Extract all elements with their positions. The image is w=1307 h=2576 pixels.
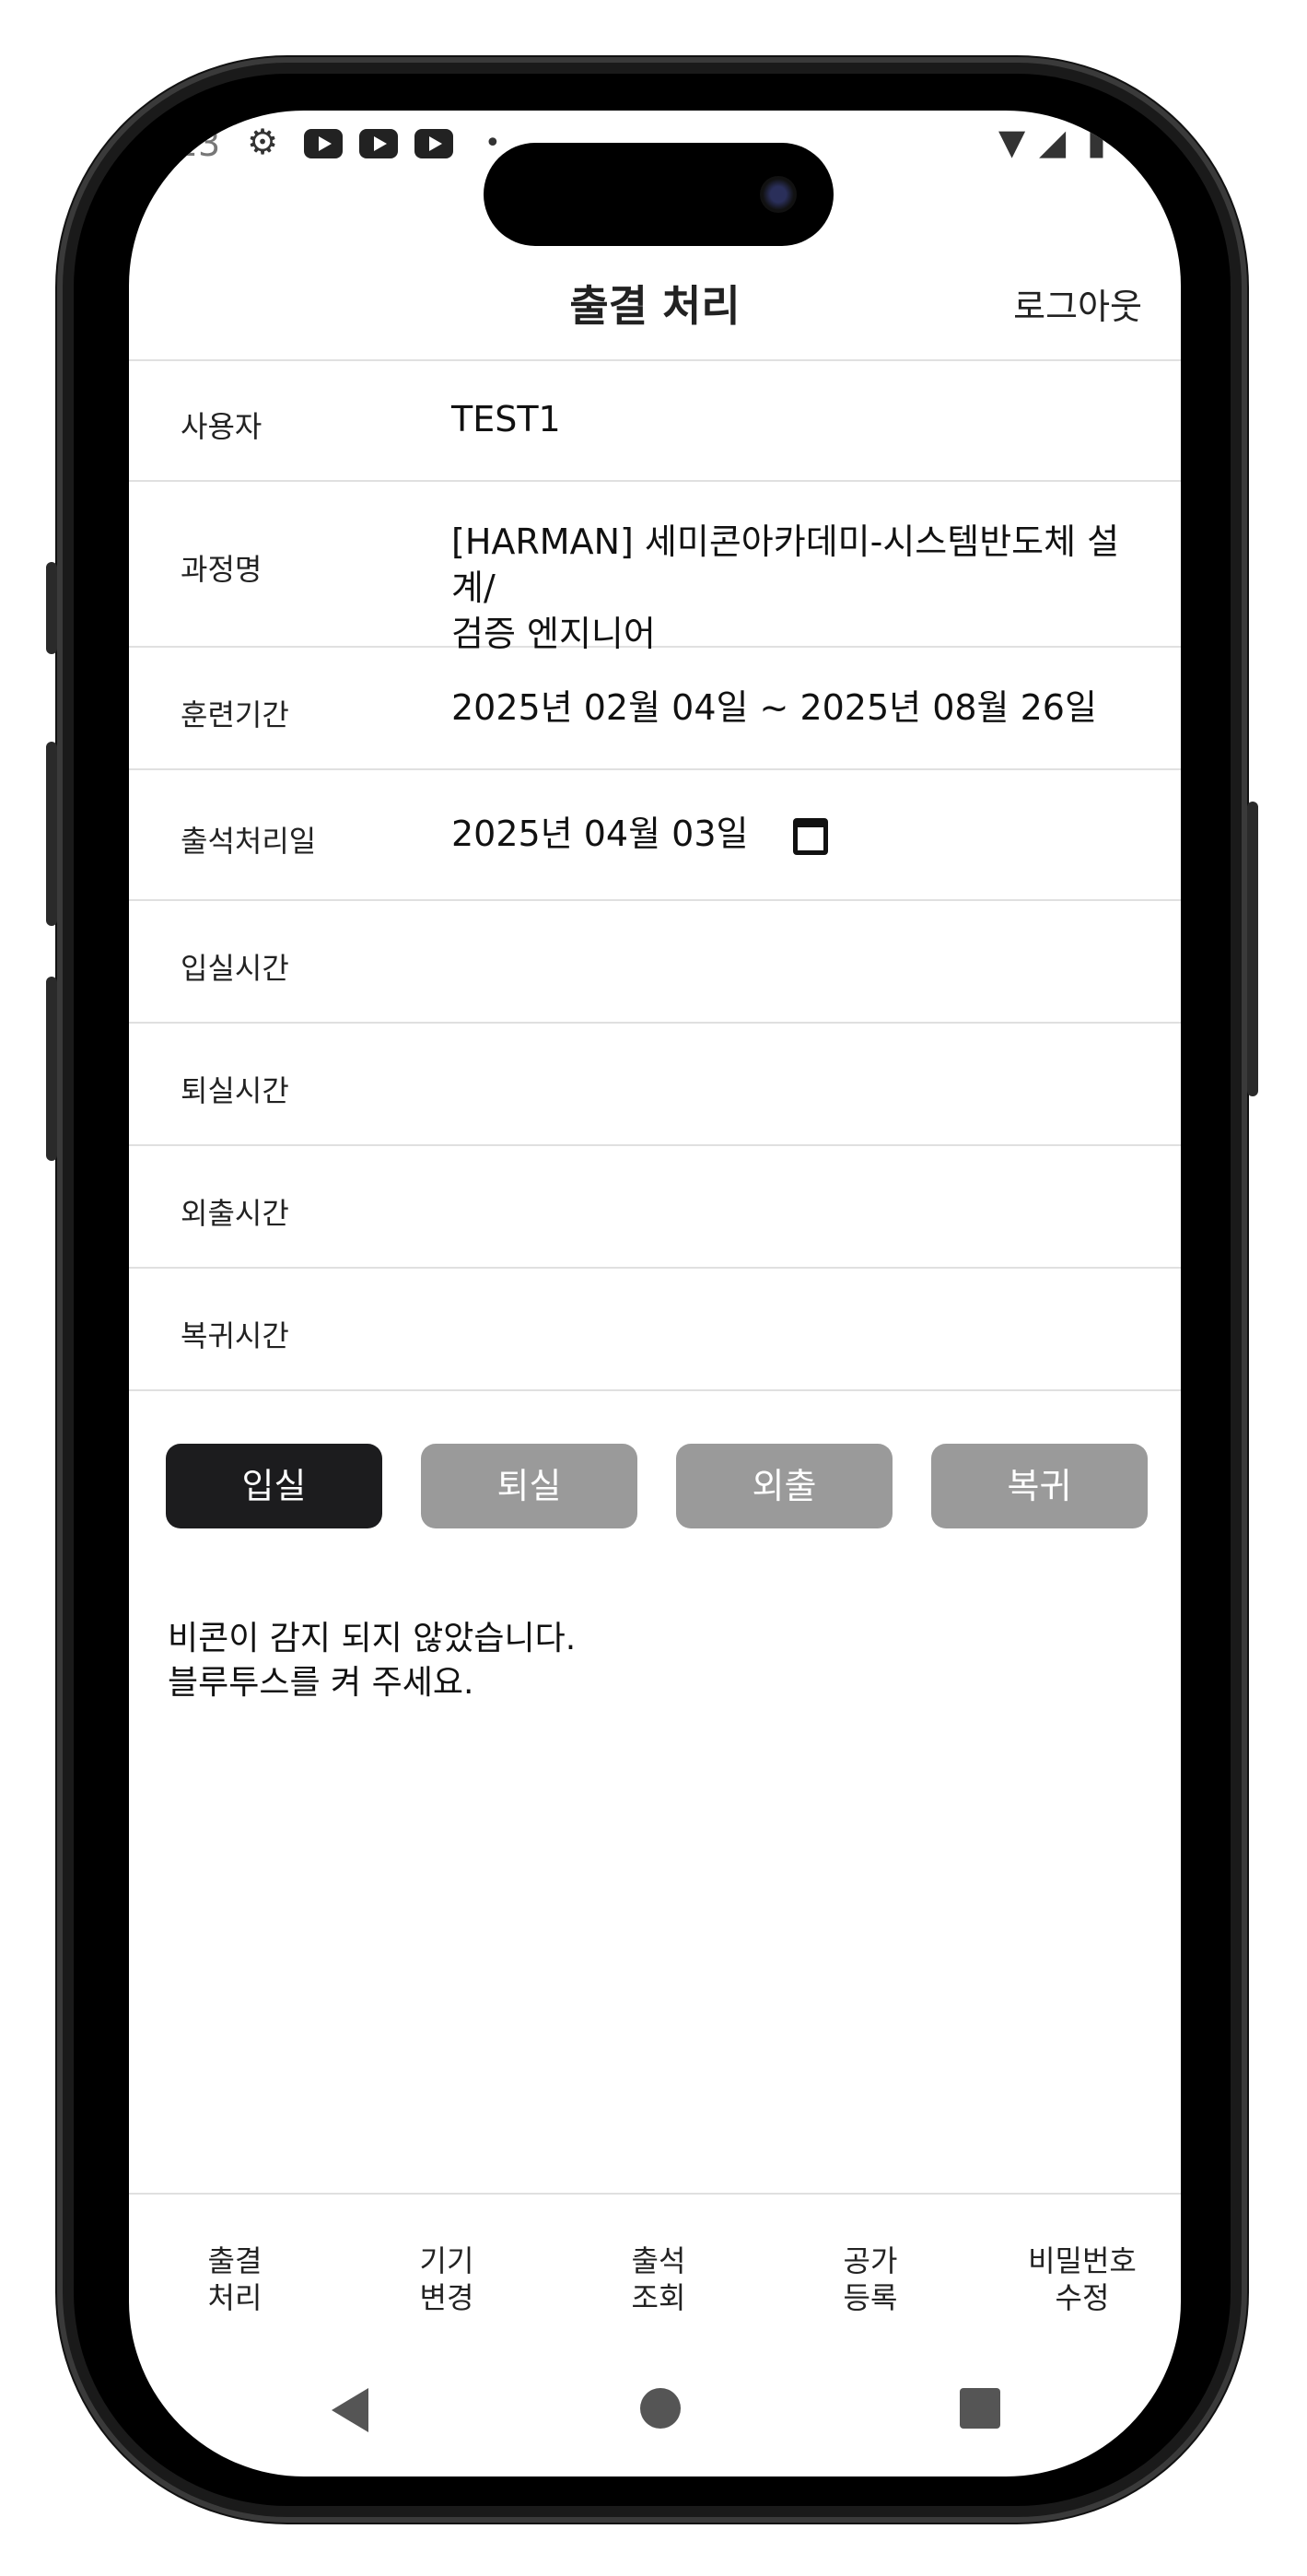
back-icon[interactable] [332,2388,368,2432]
course-value: [HARMAN] 세미콘아카데미-시스템반도체 설계/ 검증 엔지니어 [451,519,1144,657]
nav-label-line1: 기기 [419,2243,474,2278]
course-label: 과정명 [181,552,263,587]
user-value: TEST1 [451,399,561,439]
beacon-status-message: 비콘이 감지 되지 않았습니다. 블루투스를 켜 주세요. [168,1617,576,1705]
app-header: 출결 처리 로그아웃 [129,240,1181,361]
bottom-nav: 출결 처리 기기 변경 출석 조회 공가 등록 비밀번호 수정 [129,2193,1181,2351]
nav-label-line1: 공가 [843,2243,898,2278]
out-time-label: 외출시간 [181,1196,289,1231]
message-line1: 비콘이 감지 되지 않았습니다. [168,1620,577,1657]
attendance-info-table: 사용자 TEST1 과정명 [HARMAN] 세미콘아카데미-시스템반도체 설계… [129,359,1181,1391]
battery-icon: ▮ [1087,122,1106,162]
attend-date-text: 2025년 04월 03일 [451,814,749,854]
status-time: :23 [164,123,221,164]
wifi-icon: ▼ [998,122,1026,162]
info-row-course: 과정명 [HARMAN] 세미콘아카데미-시스템반도체 설계/ 검증 엔지니어 [129,482,1181,654]
checkout-button[interactable]: 퇴실 [421,1444,637,1528]
nav-label-line2: 등록 [843,2280,898,2315]
dot-icon: • [484,127,501,159]
period-label: 훈련기간 [181,697,289,732]
nav-attendance[interactable]: 출결 처리 [143,2242,327,2316]
volume-up-button [46,562,57,654]
nav-label-line1: 출석 [631,2243,686,2278]
info-row-period: 훈련기간 2025년 02월 04일 ~ 2025년 08월 26일 [129,648,1181,770]
nav-label-line2: 조회 [631,2280,686,2315]
info-row-checkout-time: 퇴실시간 [129,1024,1181,1146]
volume-down-button [46,742,57,926]
system-nav-bar [129,2349,1181,2476]
action-button-bar: 입실 퇴실 외출 복귀 [166,1444,1151,1528]
attend-date-label: 출석처리일 [181,824,317,859]
recent-apps-icon[interactable] [960,2388,1000,2429]
nav-label-line1: 출결 [207,2243,263,2278]
nav-label-line2: 변경 [419,2280,474,2315]
user-label: 사용자 [181,409,263,444]
info-row-attend-date: 출석처리일 2025년 04월 03일 [129,770,1181,901]
nav-label-line2: 수정 [1055,2280,1110,2315]
info-row-checkin-time: 입실시간 [129,901,1181,1024]
youtube-icon [414,129,453,158]
info-row-return-time: 복귀시간 [129,1269,1181,1391]
period-value: 2025년 02월 04일 ~ 2025년 08월 26일 [451,687,1097,728]
nav-change-password[interactable]: 비밀번호 수정 [990,2242,1174,2316]
silent-switch [46,977,57,1161]
checkout-time-label: 퇴실시간 [181,1073,289,1108]
go-out-button[interactable]: 외출 [676,1444,893,1528]
calendar-icon[interactable] [792,817,828,855]
checkin-time-label: 입실시간 [181,951,289,986]
youtube-icon [304,129,343,158]
gear-icon: ⚙ [247,122,279,162]
dynamic-island [484,143,834,246]
info-row-user: 사용자 TEST1 [129,359,1181,482]
return-button[interactable]: 복귀 [931,1444,1148,1528]
info-row-out-time: 외출시간 [129,1146,1181,1269]
checkin-button[interactable]: 입실 [166,1444,382,1528]
nav-official-leave[interactable]: 공가 등록 [778,2242,963,2316]
power-button [1247,802,1258,1096]
return-time-label: 복귀시간 [181,1318,289,1353]
home-icon[interactable] [640,2388,681,2429]
camera-icon [760,176,797,213]
nav-label-line2: 처리 [207,2280,263,2315]
nav-attendance-history[interactable]: 출석 조회 [566,2242,751,2316]
nav-device-change[interactable]: 기기 변경 [355,2242,539,2316]
youtube-icon [359,129,398,158]
attend-date-value: 2025년 04월 03일 [451,811,1144,857]
screen: :23 ⚙ • ▼ ◢ ▮ 출결 처리 로그아웃 사용자 TEST1 과정명 [… [129,111,1181,2476]
nav-label-line1: 비밀번호 [1028,2243,1137,2278]
logout-button[interactable]: 로그아웃 [1013,278,1142,329]
signal-icon: ◢ [1039,122,1067,162]
message-line2: 블루투스를 켜 주세요. [168,1664,474,1702]
course-value-line1: [HARMAN] 세미콘아카데미-시스템반도체 설계/ [451,521,1120,608]
